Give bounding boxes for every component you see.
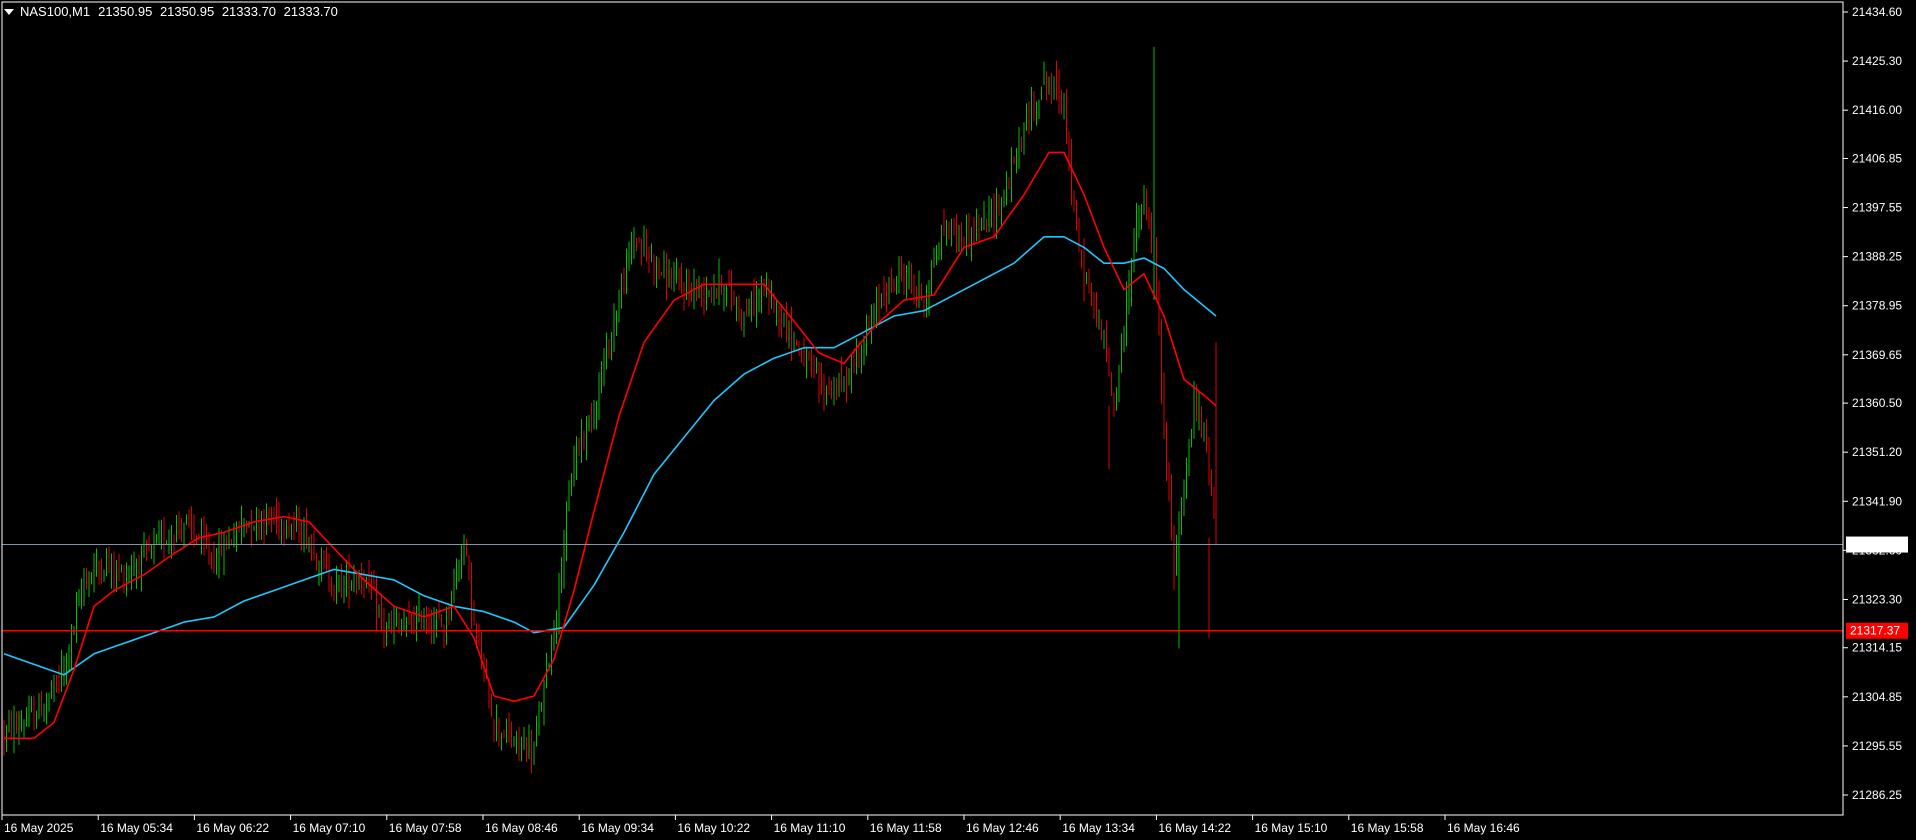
y-tick-label: 21360.50 (1852, 396, 1902, 410)
y-tick-label: 21369.65 (1852, 348, 1902, 362)
candles-layer (3, 46, 1217, 774)
x-tick-label: 16 May 08:46 (485, 821, 558, 835)
bid-price-label: 21333.70 (1850, 538, 1900, 552)
y-tick-label: 21406.85 (1852, 151, 1902, 165)
y-tick-label: 21425.30 (1852, 54, 1902, 68)
y-tick-label: 21304.85 (1852, 690, 1902, 704)
close-value: 21333.70 (283, 4, 338, 19)
x-tick-label: 16 May 10:22 (677, 821, 750, 835)
x-tick-label: 16 May 16:46 (1447, 821, 1520, 835)
symbol-label: NAS100,M1 (20, 4, 91, 19)
ohlc-values: 21350.95 21350.95 21333.70 21333.70 (94, 4, 338, 19)
x-tick-label: 16 May 09:34 (581, 821, 654, 835)
x-tick-label: 16 May 05:34 (100, 821, 173, 835)
chart-frame (1, 1, 1844, 816)
y-tick-label: 21397.55 (1852, 201, 1902, 215)
price-lines-layer (2, 544, 1843, 632)
y-tick-label: 21286.25 (1852, 788, 1902, 802)
price-axis[interactable]: 21434.60 21425.30 21416.00 21406.85 21397.55… (1843, 5, 1908, 802)
open-value: 21350.95 (98, 4, 153, 19)
x-tick-label: 16 May 07:58 (389, 821, 462, 835)
x-tick-label: 16 May 2025 (4, 821, 74, 835)
y-tick-label: 21434.60 (1852, 5, 1902, 19)
slow-moving-average (3, 236, 1217, 676)
x-tick-label: 16 May 14:22 (1158, 821, 1231, 835)
high-value: 21350.95 (159, 4, 215, 19)
low-value: 21333.70 (221, 4, 277, 19)
x-tick-label: 16 May 15:58 (1351, 821, 1424, 835)
y-tick-label: 21323.30 (1852, 592, 1902, 606)
fast-moving-average (4, 151, 1217, 740)
x-tick-label: 16 May 15:10 (1255, 821, 1328, 835)
chart-header: NAS100,M1 21350.95 21350.95 21333.70 213… (4, 4, 338, 19)
price-chart[interactable]: 21434.60 21425.30 21416.00 21406.85 21397.55… (0, 0, 1916, 840)
y-tick-label: 21341.90 (1852, 494, 1902, 508)
y-tick-label: 21314.15 (1852, 641, 1902, 655)
time-axis[interactable]: 16 May 2025 16 May 05:34 16 May 06:22 16 Ma… (1, 815, 1520, 835)
y-tick-label: 21416.00 (1852, 103, 1902, 117)
x-tick-label: 16 May 07:10 (293, 821, 366, 835)
y-tick-label: 21295.55 (1852, 739, 1902, 753)
x-tick-label: 16 May 13:34 (1062, 821, 1135, 835)
y-tick-label: 21378.95 (1852, 299, 1902, 313)
y-tick-label: 21351.20 (1852, 445, 1902, 459)
level-price-label: 21317.37 (1850, 624, 1900, 638)
x-tick-label: 16 May 06:22 (196, 821, 269, 835)
dropdown-triangle-icon[interactable] (4, 8, 14, 15)
x-tick-label: 16 May 11:58 (870, 821, 942, 835)
y-tick-label: 21388.25 (1852, 250, 1902, 264)
x-tick-label: 16 May 12:46 (966, 821, 1039, 835)
x-tick-label: 16 May 11:10 (774, 821, 846, 835)
moving-averages-layer (3, 151, 1217, 740)
